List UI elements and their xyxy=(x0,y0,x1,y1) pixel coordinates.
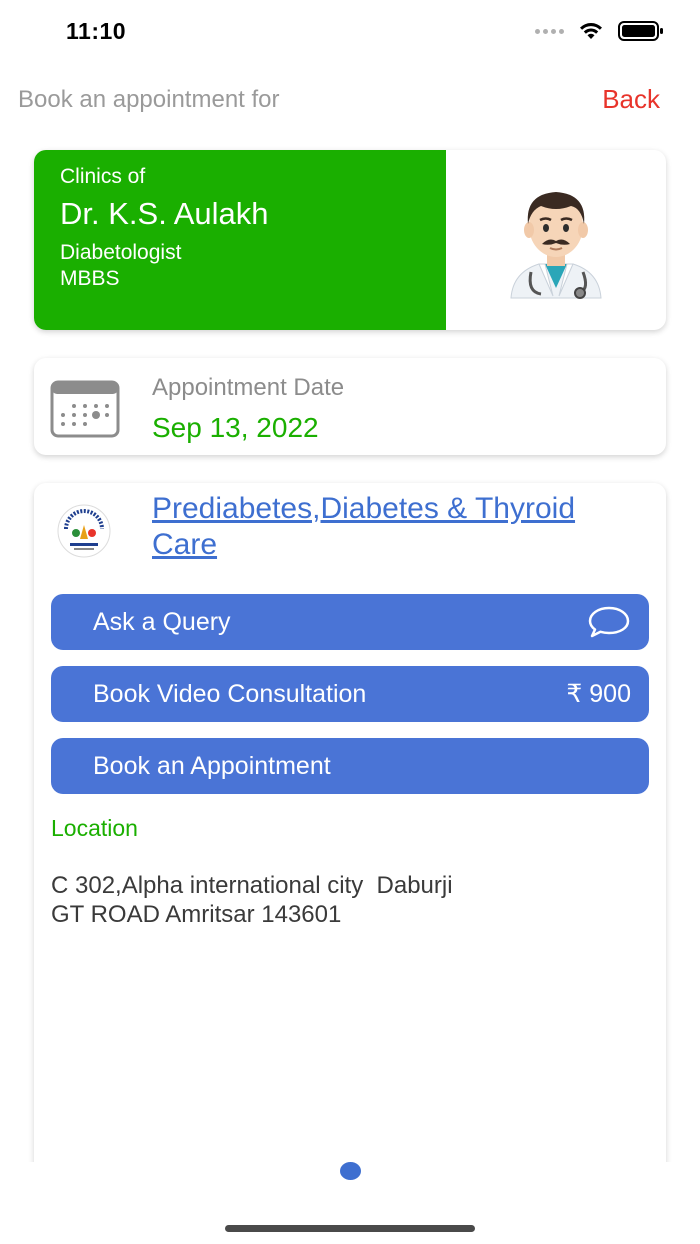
appointment-date-card[interactable]: Appointment Date Sep 13, 2022 xyxy=(34,358,666,455)
clinic-card: Prediabetes,Diabetes & Thyroid Care Ask … xyxy=(34,483,666,1203)
consultation-price: ₹ 900 xyxy=(566,680,631,708)
home-indicator[interactable] xyxy=(225,1225,475,1232)
clinic-prefix: Clinics of xyxy=(60,165,146,188)
chat-bubble-icon xyxy=(588,606,630,638)
book-video-consultation-label: Book Video Consultation xyxy=(93,679,367,708)
location-address: C 302,Alpha international city Daburji G… xyxy=(51,871,453,929)
book-appointment-label: Book an Appointment xyxy=(93,751,331,780)
page-indicator-dot[interactable] xyxy=(340,1162,361,1180)
doctor-info-panel: Clinics of Dr. K.S. Aulakh Diabetologist… xyxy=(34,150,446,330)
back-button[interactable]: Back xyxy=(602,84,660,115)
address-line: C 302,Alpha international city Daburji xyxy=(51,872,453,899)
page-title: Book an appointment for xyxy=(18,86,280,113)
status-icons xyxy=(535,20,664,42)
doctor-card: Clinics of Dr. K.S. Aulakh Diabetologist… xyxy=(34,150,666,330)
doctor-degree: MBBS xyxy=(60,267,120,290)
appointment-date-value: Sep 13, 2022 xyxy=(152,412,319,443)
clinic-name-link[interactable]: Prediabetes,Diabetes & Thyroid Care xyxy=(152,491,612,563)
wifi-icon xyxy=(580,23,602,39)
doctor-emoji-icon xyxy=(510,192,602,299)
doctor-avatar xyxy=(446,150,666,330)
battery-icon xyxy=(618,21,663,41)
book-appointment-button[interactable]: Book an Appointment xyxy=(51,738,649,794)
location-title: Location xyxy=(51,815,138,841)
clinic-logo-icon xyxy=(57,504,111,558)
book-video-consultation-button[interactable]: Book Video Consultation ₹ 900 xyxy=(51,666,649,722)
appointment-date-label: Appointment Date xyxy=(152,374,345,401)
calendar-icon xyxy=(50,380,120,438)
ask-query-label: Ask a Query xyxy=(93,607,231,636)
doctor-name: Dr. K.S. Aulakh xyxy=(60,196,269,231)
doctor-specialty: Diabetologist xyxy=(60,241,182,264)
status-time: 11:10 xyxy=(66,18,127,44)
address-line: GT ROAD Amritsar 143601 xyxy=(51,901,342,928)
status-bar: 11:10 xyxy=(0,0,700,64)
ask-query-button[interactable]: Ask a Query xyxy=(51,594,649,650)
cellular-signal-icon xyxy=(535,28,564,34)
